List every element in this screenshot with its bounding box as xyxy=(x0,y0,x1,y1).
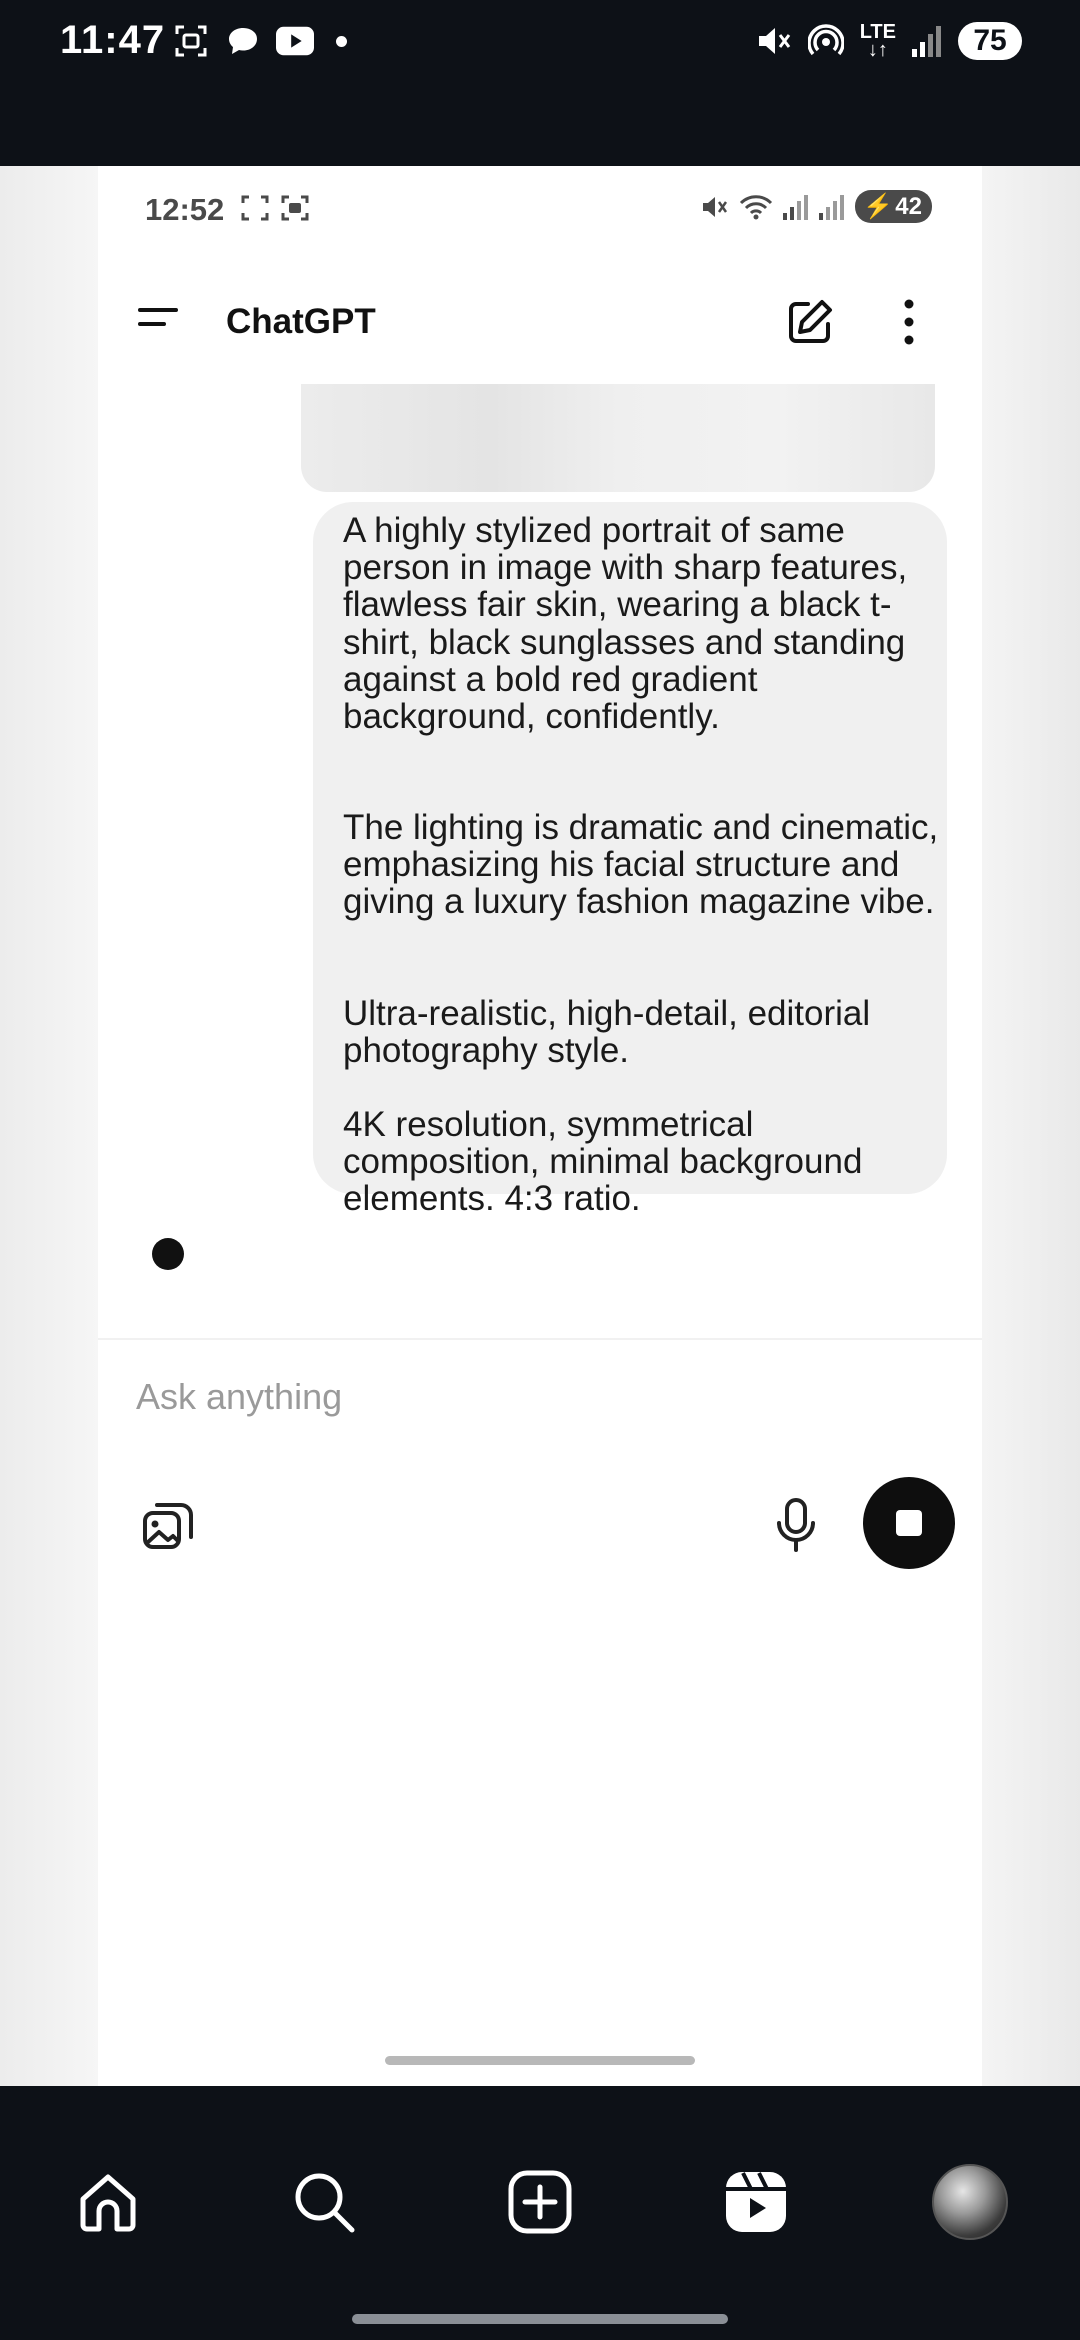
data-arrows-icon: ↓↑ xyxy=(867,39,888,61)
outer-home-indicator xyxy=(352,2314,728,2324)
inner-battery-level: 42 xyxy=(895,192,922,220)
menu-button[interactable] xyxy=(138,304,184,340)
voice-input-button[interactable] xyxy=(774,1496,818,1554)
lte-indicator: LTE ↓↑ xyxy=(860,20,896,62)
signal-icon-2 xyxy=(819,194,845,220)
expand-icon xyxy=(241,195,269,221)
inner-home-indicator xyxy=(385,2056,695,2065)
nav-home[interactable] xyxy=(68,2162,148,2242)
user-message-paragraph-1: A highly stylized portrait of same perso… xyxy=(343,511,908,737)
battery-level: 75 xyxy=(958,22,1022,60)
nav-search[interactable] xyxy=(284,2162,364,2242)
new-chat-button[interactable] xyxy=(784,296,836,348)
home-icon xyxy=(80,2174,136,2232)
screenshot-icon xyxy=(172,22,210,60)
mute-icon xyxy=(756,20,792,62)
outer-status-bar: 11:47 LTE ↓↑ 75 xyxy=(0,0,1080,166)
stop-generating-button[interactable] xyxy=(863,1477,955,1569)
create-icon xyxy=(508,2170,572,2234)
chatgpt-screen: 12:52 ⚡ 42 ChatGPT A highly stylized por… xyxy=(98,166,982,2086)
signal-icon xyxy=(783,194,809,220)
menu-icon-line-1 xyxy=(138,308,178,312)
previous-image-bubble xyxy=(301,384,935,492)
outer-notification-icons xyxy=(172,22,347,60)
inner-system-icons: ⚡ 42 xyxy=(701,190,932,223)
app-header: ChatGPT xyxy=(98,276,982,366)
menu-icon-line-2 xyxy=(138,322,166,326)
hotspot-icon xyxy=(807,20,844,62)
more-notifications-dot xyxy=(336,35,347,47)
frame-left-edge xyxy=(0,166,100,2086)
nav-create[interactable] xyxy=(500,2162,580,2242)
screenshot-icon xyxy=(281,195,309,221)
youtube-icon xyxy=(276,22,314,60)
reels-icon xyxy=(726,2172,786,2232)
message-composer xyxy=(98,1338,982,2086)
nav-profile[interactable] xyxy=(930,2162,1010,2242)
inner-status-bar: 12:52 ⚡ 42 xyxy=(98,166,982,256)
inner-notification-icons xyxy=(240,194,310,222)
wifi-icon xyxy=(740,194,773,219)
frame-right-edge xyxy=(982,166,1080,2086)
edit-icon xyxy=(789,300,832,343)
nav-reels[interactable] xyxy=(716,2162,796,2242)
search-icon xyxy=(295,2173,355,2233)
profile-avatar xyxy=(932,2164,1008,2240)
user-message-paragraph-4: 4K resolution, symmetrical composition, … xyxy=(343,1105,863,1219)
attach-image-button[interactable] xyxy=(141,1497,197,1553)
stop-icon xyxy=(896,1510,922,1536)
user-message-paragraph-2: The lighting is dramatic and cinematic, … xyxy=(343,808,939,922)
outer-status-time: 11:47 xyxy=(60,18,166,62)
outer-system-icons: LTE ↓↑ 75 xyxy=(756,20,1022,62)
chat-bubble-icon xyxy=(224,22,262,60)
charging-icon: ⚡ xyxy=(863,193,894,220)
more-vertical-icon xyxy=(904,299,914,345)
microphone-icon xyxy=(777,1498,815,1552)
user-message-bubble: A highly stylized portrait of same perso… xyxy=(313,502,947,1217)
outer-bottom-nav xyxy=(0,2086,1080,2340)
screen-recording-frame: 12:52 ⚡ 42 ChatGPT A highly stylized por… xyxy=(0,166,1080,2086)
more-options-button[interactable] xyxy=(894,296,924,348)
mute-icon xyxy=(703,196,728,217)
app-title: ChatGPT xyxy=(226,302,376,341)
assistant-thinking-indicator xyxy=(152,1238,184,1270)
signal-icon xyxy=(912,20,942,62)
message-input[interactable] xyxy=(134,1366,838,1428)
user-message-paragraph-3: Ultra-realistic, high-detail, editorial … xyxy=(343,994,871,1071)
image-icon xyxy=(143,1503,193,1549)
inner-battery: ⚡ 42 xyxy=(855,190,932,223)
inner-status-time: 12:52 xyxy=(145,192,225,227)
